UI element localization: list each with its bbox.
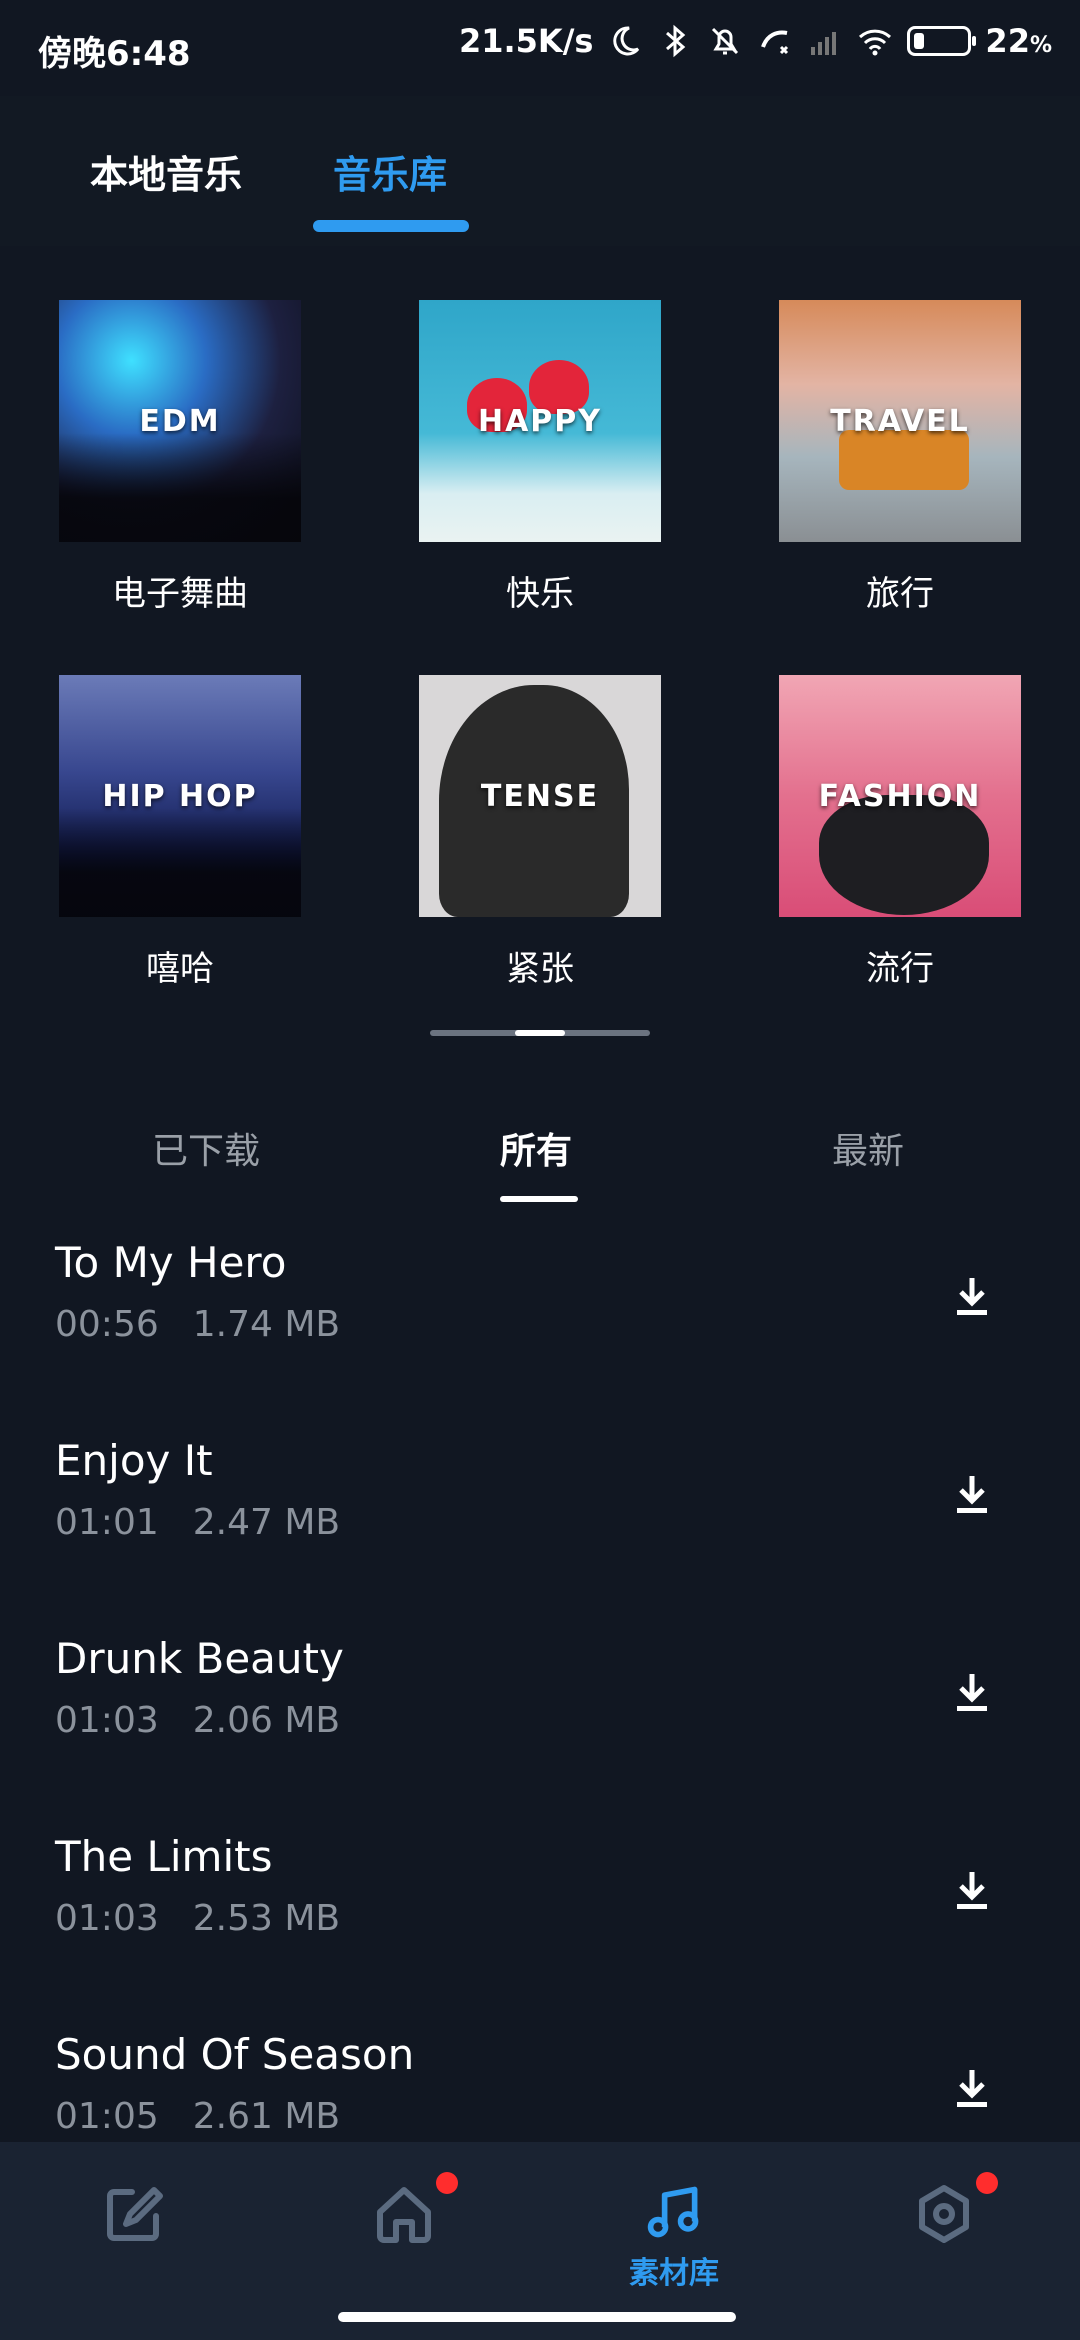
cover-text: EDM	[139, 403, 221, 439]
category-edm[interactable]: EDM 电子舞曲	[59, 300, 301, 615]
filter-tab-indicator	[500, 1196, 578, 1202]
track-meta: 01:03 2.06 MB	[55, 1700, 340, 1741]
category-happy[interactable]: HAPPY 快乐	[419, 300, 661, 615]
category-cover: EDM	[59, 300, 301, 542]
mute-bell-icon	[712, 27, 739, 55]
wifi-icon	[859, 29, 892, 56]
tab-downloaded[interactable]: 已下载	[152, 1122, 260, 1174]
status-icons: 21.5K/s 22%	[459, 22, 1052, 60]
nav-settings[interactable]	[884, 2172, 1004, 2292]
download-icon[interactable]	[948, 2064, 996, 2112]
track-title: To My Hero	[55, 1238, 287, 1287]
track-size: 2.47 MB	[192, 1502, 341, 1543]
track-meta: 00:56 1.74 MB	[55, 1304, 340, 1345]
track-duration: 01:01	[55, 1502, 159, 1543]
category-label: 嘻哈	[146, 949, 214, 989]
top-tab-indicator	[313, 220, 469, 232]
home-icon	[377, 2187, 431, 2243]
nav-material-library[interactable]: 素材库	[614, 2182, 734, 2292]
tab-latest[interactable]: 最新	[832, 1122, 904, 1174]
track-title: The Limits	[55, 1832, 273, 1881]
track-meta: 01:05 2.61 MB	[55, 2096, 340, 2137]
category-label: 旅行	[866, 574, 934, 614]
status-bar: 傍晚6:48 21.5K/s 22%	[0, 0, 1080, 96]
cover-text: HAPPY	[477, 403, 603, 439]
category-label: 流行	[866, 949, 934, 989]
nav-edit[interactable]	[74, 2182, 194, 2292]
tab-local-music[interactable]: 本地音乐	[90, 144, 242, 199]
status-time: 傍晚6:48	[38, 34, 191, 74]
cover-text: HIP HOP	[102, 778, 258, 814]
moon-icon	[613, 26, 640, 56]
network-speed: 21.5K/s	[458, 22, 594, 60]
category-pager	[430, 1030, 650, 1036]
track-size: 2.06 MB	[192, 1700, 341, 1741]
edit-icon	[107, 2187, 163, 2241]
track-title: Enjoy It	[55, 1436, 213, 1485]
bottom-nav: 素材库	[0, 2142, 1080, 2340]
battery-icon	[907, 26, 977, 56]
track-title: Drunk Beauty	[55, 1634, 344, 1683]
download-icon[interactable]	[948, 1668, 996, 1716]
track-row[interactable]: Drunk Beauty 01:03 2.06 MB	[0, 1634, 1080, 1832]
category-cover: HAPPY	[419, 300, 661, 542]
track-size: 1.74 MB	[192, 1304, 341, 1345]
call-off-icon	[761, 30, 789, 55]
download-icon[interactable]	[948, 1866, 996, 1914]
category-cover: FASHION	[779, 675, 1021, 917]
pager-active-dot	[515, 1030, 565, 1036]
download-icon[interactable]	[948, 1470, 996, 1518]
track-row[interactable]: To My Hero 00:56 1.74 MB	[0, 1238, 1080, 1436]
nav-home[interactable]	[344, 2172, 464, 2292]
bluetooth-icon	[666, 24, 686, 58]
category-cover: HIP HOP	[59, 675, 301, 917]
category-tense[interactable]: TENSE 紧张	[419, 675, 661, 990]
category-hiphop[interactable]: HIP HOP 嘻哈	[59, 675, 301, 990]
category-cover: TRAVEL	[779, 300, 1021, 542]
notification-badge	[976, 2172, 998, 2194]
cover-text: FASHION	[818, 778, 982, 814]
nav-label: 素材库	[629, 2256, 719, 2291]
cover-text: TRAVEL	[830, 403, 970, 439]
settings-hex-icon	[919, 2185, 969, 2243]
track-meta: 01:03 2.53 MB	[55, 1898, 340, 1939]
track-duration: 00:56	[55, 1304, 159, 1345]
track-size: 2.53 MB	[192, 1898, 341, 1939]
track-duration: 01:03	[55, 1898, 159, 1939]
cover-text: TENSE	[480, 778, 600, 814]
download-icon[interactable]	[948, 1272, 996, 1320]
home-indicator	[338, 2312, 736, 2322]
signal-icon	[811, 32, 837, 55]
track-duration: 01:03	[55, 1700, 159, 1741]
track-size: 2.61 MB	[192, 2096, 341, 2137]
filter-tab-bar: 已下载 所有 最新	[0, 1120, 1080, 1210]
category-label: 紧张	[506, 949, 574, 989]
category-fashion[interactable]: FASHION 流行	[779, 675, 1021, 990]
tab-all[interactable]: 所有	[500, 1122, 572, 1174]
battery-percent: 22%	[985, 22, 1052, 60]
track-title: Sound Of Season	[55, 2030, 415, 2079]
category-cover: TENSE	[419, 675, 661, 917]
track-row[interactable]: The Limits 01:03 2.53 MB	[0, 1832, 1080, 2030]
category-travel[interactable]: TRAVEL 旅行	[779, 300, 1021, 615]
music-note-icon	[647, 2186, 699, 2238]
track-meta: 01:01 2.47 MB	[55, 1502, 340, 1543]
notification-badge	[436, 2172, 458, 2194]
track-duration: 01:05	[55, 2096, 159, 2137]
category-label: 快乐	[506, 574, 574, 614]
category-label: 电子舞曲	[112, 574, 248, 614]
tab-music-library[interactable]: 音乐库	[333, 144, 447, 199]
top-tab-bar: 本地音乐 音乐库	[0, 96, 1080, 246]
track-row[interactable]: Enjoy It 01:01 2.47 MB	[0, 1436, 1080, 1634]
